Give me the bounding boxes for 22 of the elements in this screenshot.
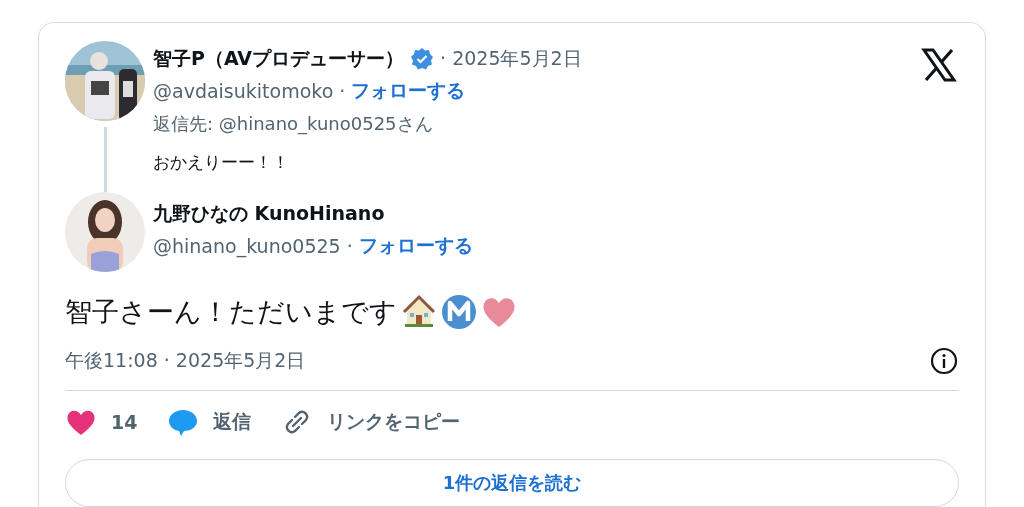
author-handle[interactable]: @avdaisukitomoko <box>153 80 334 102</box>
follow-link[interactable]: フォローする <box>358 233 473 259</box>
speech-bubble-icon[interactable] <box>167 407 200 437</box>
like-count[interactable]: 14 <box>111 411 138 433</box>
info-icon[interactable] <box>929 346 959 376</box>
house-icon <box>401 294 437 330</box>
author-handle[interactable]: @hinano_kuno0525 <box>153 235 341 257</box>
reply-text: おかえりーー！！ <box>153 151 290 174</box>
separator-dot: · <box>339 80 346 102</box>
separator-dot: · <box>346 235 353 257</box>
circled-letter-icon <box>441 294 477 330</box>
timestamp[interactable]: 午後11:08 · 2025年5月2日 <box>65 348 306 374</box>
author-name[interactable]: 智子P（AVプロデューサー） <box>153 46 405 72</box>
reply-to-text: 返信先: @hinano_kuno0525さん <box>153 112 434 137</box>
author-name[interactable]: 九野ひなの KunoHinano <box>153 201 385 227</box>
follow-link[interactable]: フォローする <box>351 78 466 104</box>
x-logo-icon[interactable] <box>921 47 957 83</box>
tweet-text: 智子さーん！ただいまです <box>65 295 397 329</box>
action-label[interactable]: 返信 <box>213 409 252 435</box>
action-label[interactable]: リンクをコピー <box>327 409 461 435</box>
read-replies-button[interactable]: 1件の返信を読む <box>65 459 959 507</box>
post-date[interactable]: · 2025年5月2日 <box>440 46 582 72</box>
